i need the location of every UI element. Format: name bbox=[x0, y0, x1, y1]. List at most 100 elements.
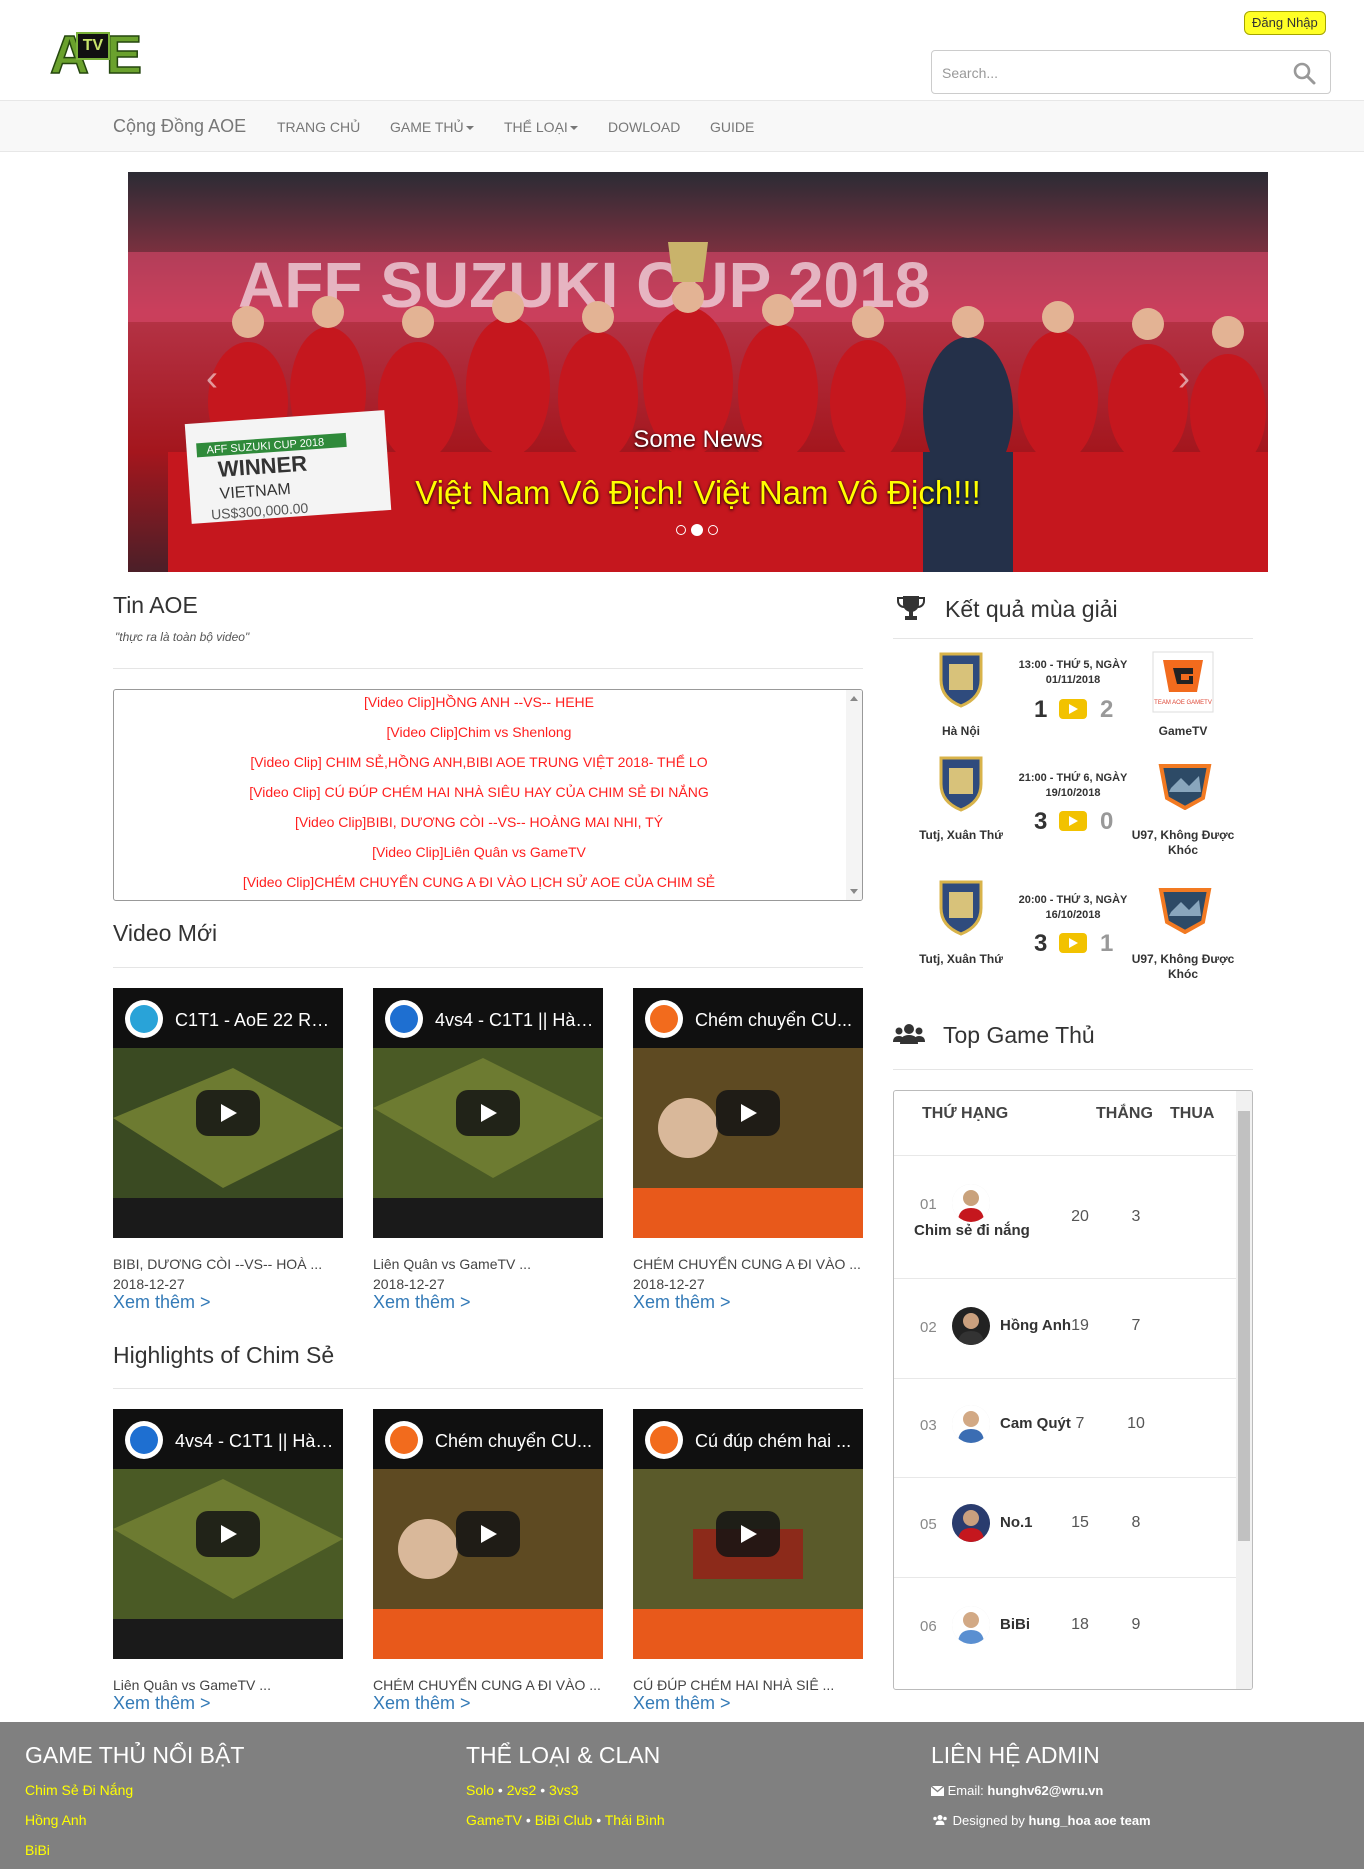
carousel-indicator[interactable] bbox=[676, 525, 686, 535]
nav-item-players[interactable]: GAME THỦ bbox=[390, 119, 474, 135]
login-button[interactable]: Đăng Nhập bbox=[1244, 11, 1326, 35]
footer-genre-link[interactable]: Solo bbox=[466, 1782, 494, 1798]
video-thumbnail[interactable]: C1T1 - AoE 22 Ra... bbox=[113, 988, 343, 1238]
news-item[interactable]: [Video Clip]HỒNG ANH --VS-- HEHE bbox=[114, 694, 844, 710]
video-thumbnail[interactable]: Cú đúp chém hai ... bbox=[633, 1409, 863, 1659]
play-icon[interactable] bbox=[456, 1511, 520, 1557]
match-row[interactable]: Tutj, Xuân Thứ 20:00 - THỨ 3, NGÀY 16/10/… bbox=[893, 876, 1253, 996]
video-caption[interactable]: Liên Quân vs GameTV ... bbox=[373, 1256, 603, 1272]
table-row[interactable]: 03 Cam Quýt 7 10 bbox=[894, 1378, 1236, 1477]
search-input[interactable] bbox=[942, 61, 1272, 85]
news-item[interactable]: [Video Clip]Chim vs Shenlong bbox=[114, 724, 844, 740]
news-item[interactable]: [Video Clip] CHIM SẺ,HỒNG ANH,BIBI AOE T… bbox=[114, 754, 844, 770]
navbar-brand[interactable]: Cộng Đồng AOE bbox=[113, 116, 246, 137]
nav-item-download[interactable]: DOWLOAD bbox=[608, 119, 680, 135]
avatar bbox=[952, 1307, 990, 1345]
news-subtitle: "thực ra là toàn bộ video" bbox=[115, 630, 250, 644]
player-losses: 8 bbox=[1131, 1514, 1141, 1531]
news-title: Tin AOE bbox=[113, 592, 198, 618]
footer-player-link[interactable]: BiBi bbox=[25, 1842, 50, 1858]
table-row[interactable]: 06 BiBi 18 9 bbox=[894, 1577, 1236, 1677]
play-icon[interactable] bbox=[196, 1511, 260, 1557]
play-icon[interactable] bbox=[716, 1090, 780, 1136]
videos-new-title: Video Mới bbox=[113, 920, 218, 946]
video-thumb-title: 4vs4 - C1T1 || Hà ... bbox=[435, 1010, 595, 1030]
chevron-down-icon bbox=[465, 126, 474, 130]
player-wins: 20 bbox=[1071, 1208, 1089, 1225]
carousel-next-icon[interactable]: › bbox=[1178, 357, 1190, 399]
video-thumbnail[interactable]: Chém chuyển CU... bbox=[633, 988, 863, 1238]
footer-clan-link[interactable]: GameTV bbox=[466, 1812, 522, 1828]
top-players-table[interactable]: THỨ HẠNG THẮNG THUA 01 Chim sẻ đi nắng 2… bbox=[893, 1090, 1253, 1690]
site-header: A E TV Đăng Nhập bbox=[0, 0, 1364, 100]
news-item[interactable]: [Video Clip]Liên Quân vs GameTV bbox=[114, 844, 844, 860]
separator: • bbox=[596, 1812, 602, 1828]
table-row[interactable]: 05 No.1 15 8 bbox=[894, 1477, 1236, 1577]
video-thumb-title: 4vs4 - C1T1 || Hà ... bbox=[175, 1431, 335, 1451]
match-row[interactable]: Hà Nội 13:00 - THỨ 5, NGÀY 01/11/2018 1 2… bbox=[893, 648, 1253, 768]
away-team-name: U97, Không Được Khóc bbox=[1131, 952, 1235, 981]
play-icon[interactable] bbox=[1059, 933, 1087, 953]
news-item[interactable]: [Video Clip]CHÉM CHUYỂN CUNG A ĐI VÀO LỊ… bbox=[114, 874, 844, 890]
team-shield-icon bbox=[939, 880, 983, 936]
footer-players-title: GAME THỦ NỔI BẬT bbox=[25, 1742, 245, 1768]
search-box bbox=[931, 50, 1331, 94]
away-score: 2 bbox=[1100, 696, 1114, 723]
play-icon[interactable] bbox=[1059, 811, 1087, 831]
video-thumb-title: Chém chuyển CU... bbox=[435, 1431, 593, 1451]
news-scrollbar[interactable] bbox=[846, 690, 862, 900]
footer-clan-link[interactable]: Thái Bình bbox=[605, 1812, 665, 1828]
read-more-link[interactable]: Xem thêm > bbox=[373, 1693, 471, 1714]
video-thumbnail[interactable]: Chém chuyển CU... bbox=[373, 1409, 603, 1659]
read-more-link[interactable]: Xem thêm > bbox=[633, 1693, 731, 1714]
footer-clan-link[interactable]: BiBi Club bbox=[535, 1812, 593, 1828]
news-item[interactable]: [Video Clip]BIBI, DƯƠNG CÒI --VS-- HOÀNG… bbox=[114, 814, 844, 830]
carousel-prev-icon[interactable]: ‹ bbox=[206, 357, 218, 399]
site-logo[interactable]: A E TV bbox=[49, 22, 150, 86]
video-thumbnail[interactable]: 4vs4 - C1T1 || Hà ... bbox=[113, 1409, 343, 1659]
play-icon[interactable] bbox=[1059, 699, 1087, 719]
table-scrollbar[interactable] bbox=[1236, 1091, 1252, 1689]
read-more-link[interactable]: Xem thêm > bbox=[113, 1292, 211, 1313]
nav-item-home[interactable]: TRANG CHỦ bbox=[277, 119, 360, 135]
play-icon[interactable] bbox=[456, 1090, 520, 1136]
video-caption[interactable]: BIBI, DƯƠNG CÒI --VS-- HOÀ ... bbox=[113, 1256, 343, 1272]
play-icon[interactable] bbox=[716, 1511, 780, 1557]
svg-text:TEAM AOE GAMETV: TEAM AOE GAMETV bbox=[1154, 700, 1212, 706]
video-thumbnail[interactable]: 4vs4 - C1T1 || Hà ... bbox=[373, 988, 603, 1238]
read-more-link[interactable]: Xem thêm > bbox=[373, 1292, 471, 1313]
video-caption[interactable]: CHÉM CHUYỂN CUNG A ĐI VÀO ... bbox=[373, 1677, 603, 1693]
team-shield-icon bbox=[939, 652, 983, 708]
carousel-indicator[interactable] bbox=[708, 525, 718, 535]
player-rank: 01 bbox=[920, 1196, 937, 1213]
match-row[interactable]: Tutj, Xuân Thứ 21:00 - THỨ 6, NGÀY 19/10/… bbox=[893, 752, 1253, 872]
read-more-link[interactable]: Xem thêm > bbox=[633, 1292, 731, 1313]
news-list[interactable]: [Video Clip]HỒNG ANH --VS-- HEHE [Video … bbox=[113, 689, 863, 901]
footer-player-link[interactable]: Hồng Anh bbox=[25, 1812, 87, 1828]
news-item[interactable]: [Video Clip] CÚ ĐÚP CHÉM HAI NHÀ SIÊU HA… bbox=[114, 784, 844, 800]
scroll-up-icon[interactable] bbox=[850, 696, 858, 701]
video-caption[interactable]: CHÉM CHUYỂN CUNG A ĐI VÀO ... bbox=[633, 1256, 863, 1272]
admin-email[interactable]: hunghv62@wru.vn bbox=[987, 1783, 1103, 1798]
video-caption[interactable]: CÚ ĐÚP CHÉM HAI NHÀ SIÊ ... bbox=[633, 1677, 863, 1693]
table-row[interactable]: 01 Chim sẻ đi nắng 20 3 bbox=[894, 1155, 1236, 1278]
footer-genre-link[interactable]: 3vs3 bbox=[549, 1782, 579, 1798]
avatar bbox=[952, 1606, 990, 1644]
video-thumb-title: Cú đúp chém hai ... bbox=[695, 1431, 852, 1451]
nav-item-genres[interactable]: THỂ LOẠI bbox=[504, 119, 578, 135]
player-name: Chim sẻ đi nắng bbox=[914, 1222, 1030, 1239]
search-icon[interactable] bbox=[1292, 61, 1316, 85]
read-more-link[interactable]: Xem thêm > bbox=[113, 1693, 211, 1714]
footer-genre-link[interactable]: 2vs2 bbox=[507, 1782, 537, 1798]
table-row[interactable]: 02 Hồng Anh 19 7 bbox=[894, 1278, 1236, 1378]
scroll-down-icon[interactable] bbox=[850, 889, 858, 894]
carousel-indicator-active[interactable] bbox=[691, 524, 703, 536]
footer-player-link[interactable]: Chim Sẻ Đi Nắng bbox=[25, 1782, 133, 1798]
col-loss-header: THUA bbox=[1170, 1105, 1215, 1122]
news-carousel[interactable]: AFF SUZUKI CUP 2018 AFF SUZUKI CUP 2018 … bbox=[128, 172, 1268, 572]
video-caption[interactable]: Liên Quân vs GameTV ... bbox=[113, 1677, 343, 1693]
player-rank: 03 bbox=[920, 1417, 937, 1434]
play-icon[interactable] bbox=[196, 1090, 260, 1136]
scrollbar-thumb[interactable] bbox=[1238, 1111, 1250, 1541]
nav-item-guide[interactable]: GUIDE bbox=[710, 119, 754, 135]
